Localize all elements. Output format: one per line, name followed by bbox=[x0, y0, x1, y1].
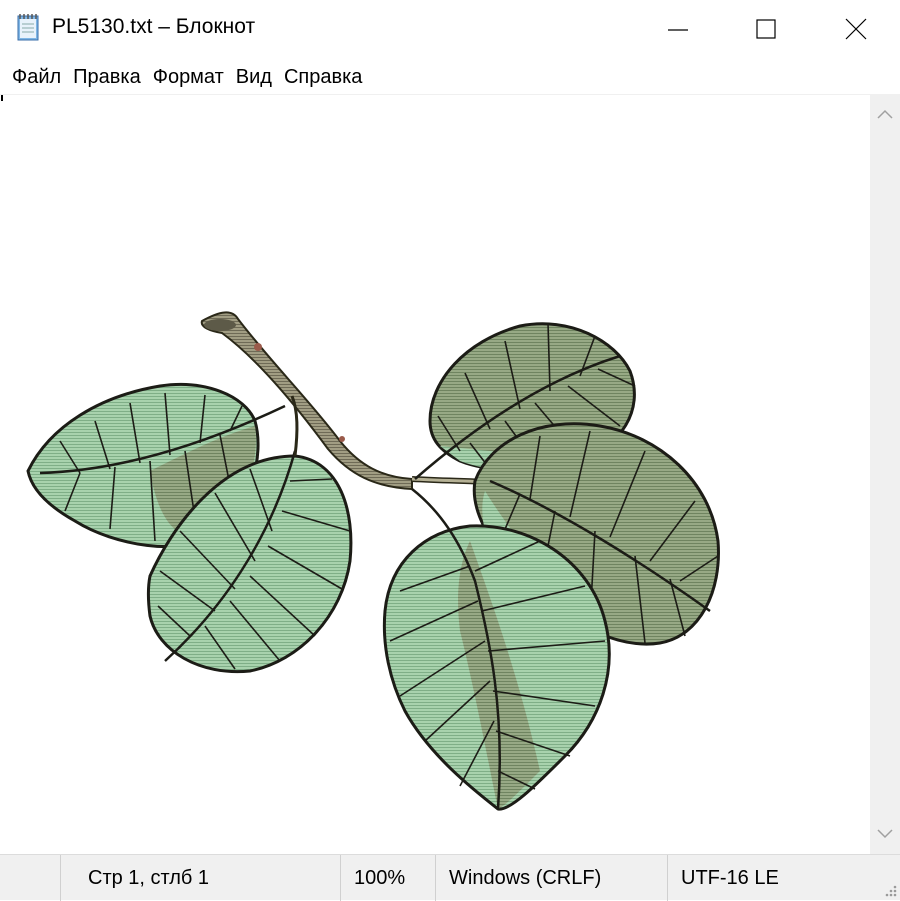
text-caret bbox=[1, 95, 3, 101]
status-cursor-position: Стр 1, стлб 1 bbox=[88, 867, 210, 889]
title-bar[interactable]: PL5130.txt – Блокнот bbox=[0, 0, 900, 58]
minimize-button[interactable] bbox=[632, 0, 724, 58]
close-button[interactable] bbox=[810, 0, 900, 58]
chevron-down-icon bbox=[877, 829, 893, 839]
close-icon bbox=[845, 18, 867, 40]
minimize-icon bbox=[668, 29, 688, 31]
status-separator bbox=[60, 855, 61, 901]
status-encoding: UTF-16 LE bbox=[681, 867, 779, 889]
leaf-branch-ascii-art bbox=[26, 311, 720, 811]
status-bar: Стр 1, стлб 1 100% Windows (CRLF) UTF-16… bbox=[0, 854, 900, 901]
resize-grip-icon[interactable] bbox=[882, 882, 898, 898]
text-edit-area[interactable] bbox=[0, 94, 870, 855]
vertical-scrollbar[interactable] bbox=[870, 94, 900, 854]
scroll-up-button[interactable] bbox=[870, 94, 900, 134]
maximize-button[interactable] bbox=[720, 0, 812, 58]
window-title: PL5130.txt – Блокнот bbox=[52, 15, 256, 38]
chevron-up-icon bbox=[877, 109, 893, 119]
menu-help[interactable]: Справка bbox=[278, 59, 368, 93]
menu-format[interactable]: Формат bbox=[147, 59, 230, 93]
maximize-icon bbox=[756, 19, 776, 39]
menu-edit[interactable]: Правка bbox=[67, 59, 147, 93]
scroll-down-button[interactable] bbox=[870, 814, 900, 854]
status-line-endings: Windows (CRLF) bbox=[449, 867, 602, 889]
menu-view[interactable]: Вид bbox=[230, 59, 278, 93]
menu-file[interactable]: Файл bbox=[6, 59, 67, 93]
status-zoom: 100% bbox=[354, 867, 406, 889]
menu-bar: Файл Правка Формат Вид Справка bbox=[0, 58, 900, 94]
notepad-icon[interactable] bbox=[14, 12, 44, 42]
notepad-window: PL5130.txt – Блокнот Файл Правка Формат … bbox=[0, 0, 900, 901]
